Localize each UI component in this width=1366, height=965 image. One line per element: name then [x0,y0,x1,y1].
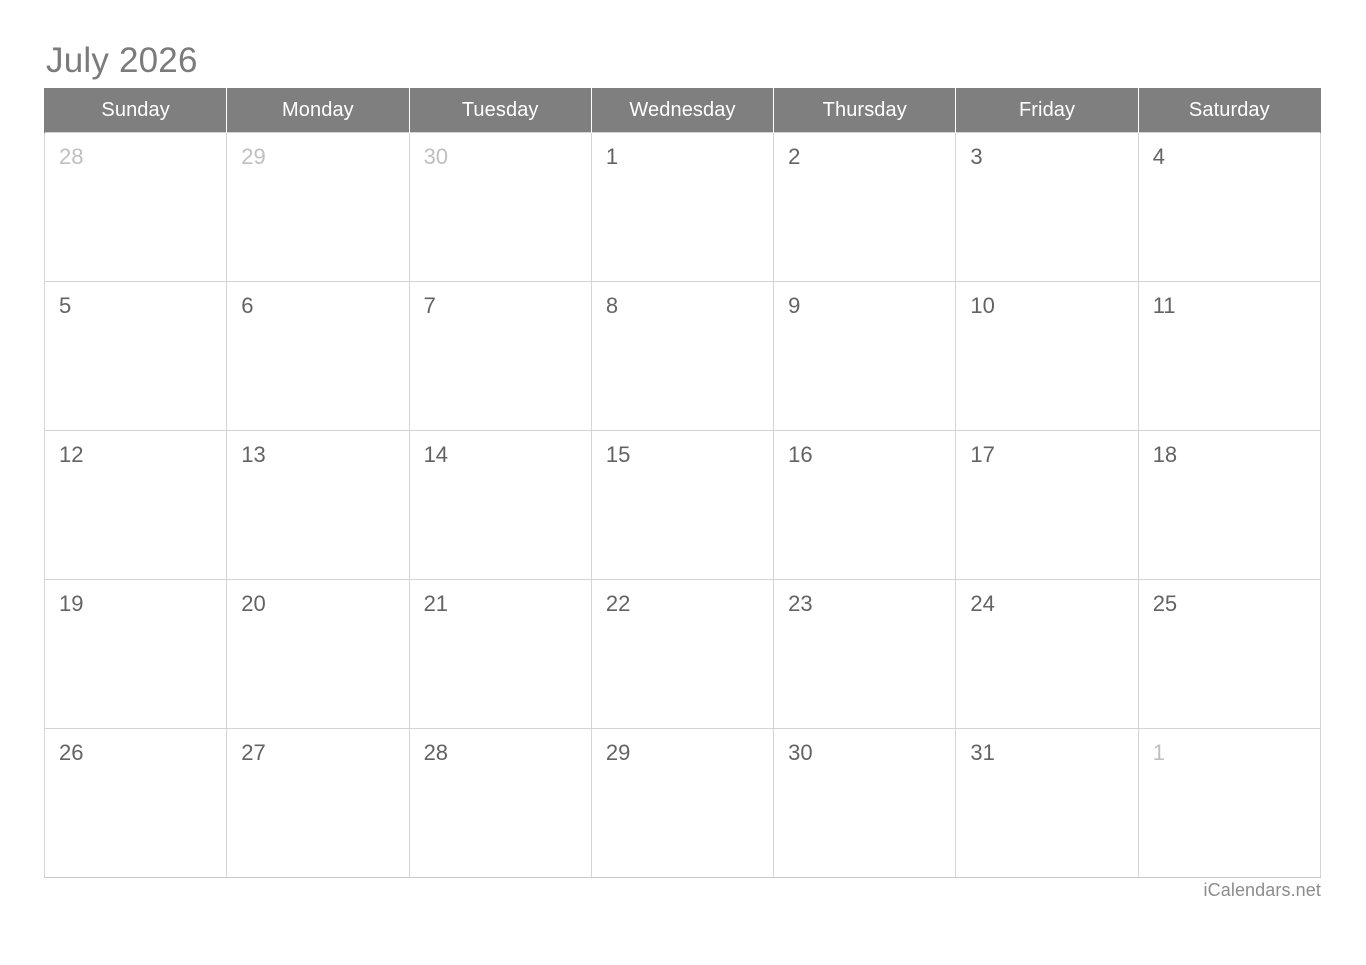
day-cell[interactable]: 30 [408,132,592,282]
day-number: 15 [605,442,631,467]
day-number: 30 [423,144,449,169]
weekday-header-saturday: Saturday [1137,88,1322,133]
day-number: 28 [423,740,449,765]
day-number: 23 [788,591,813,616]
day-cell[interactable]: 8 [590,281,775,431]
day-cell[interactable]: 2 [773,132,957,282]
day-number: 3 [970,144,983,169]
day-cell[interactable]: 1 [590,132,775,282]
day-cell[interactable]: 29 [226,132,410,282]
weekday-header-friday: Friday [955,88,1139,133]
day-number: 9 [788,293,801,318]
day-cell[interactable]: 1 [1137,728,1322,878]
day-cell[interactable]: 5 [43,281,228,431]
day-cell[interactable]: 16 [773,430,957,580]
month-calendar-grid: Sunday Monday Tuesday Wednesday Thursday… [43,88,1322,878]
day-cell[interactable]: 29 [590,728,775,878]
day-cell[interactable]: 10 [955,281,1139,431]
day-number: 17 [970,442,995,467]
day-number: 26 [59,740,84,765]
day-cell[interactable]: 25 [1137,579,1322,729]
day-number: 19 [59,591,84,616]
day-cell[interactable]: 21 [408,579,592,729]
calendar-week-row: 12 13 14 15 16 17 18 [43,430,1322,580]
day-cell[interactable]: 7 [408,281,592,431]
calendar-week-row: 5 6 7 8 9 10 11 [43,281,1322,431]
day-cell[interactable]: 23 [773,579,957,729]
day-cell[interactable]: 27 [226,728,410,878]
day-number: 8 [605,293,619,318]
weekday-header-thursday: Thursday [773,88,957,133]
day-cell[interactable]: 17 [955,430,1139,580]
day-cell[interactable]: 13 [226,430,410,580]
day-cell[interactable]: 22 [590,579,775,729]
day-cell[interactable]: 14 [408,430,592,580]
day-number: 22 [605,591,631,616]
calendar-weeks: 28 29 30 1 2 3 4 5 6 7 8 9 10 11 12 13 1… [43,132,1322,878]
day-number: 28 [59,144,84,169]
page-title: July 2026 [46,41,198,80]
day-number: 30 [788,740,813,765]
day-cell[interactable]: 11 [1137,281,1322,431]
day-cell[interactable]: 28 [43,132,228,282]
weekday-header-tuesday: Tuesday [408,88,592,133]
weekday-header-row: Sunday Monday Tuesday Wednesday Thursday… [43,88,1322,133]
day-number: 2 [788,144,801,169]
day-number: 11 [1152,293,1176,318]
day-number: 16 [788,442,813,467]
day-cell[interactable]: 6 [226,281,410,431]
day-number: 18 [1152,442,1178,467]
day-cell[interactable]: 19 [43,579,228,729]
day-number: 6 [241,293,254,318]
day-cell[interactable]: 4 [1137,132,1322,282]
day-cell[interactable]: 26 [43,728,228,878]
day-cell[interactable]: 12 [43,430,228,580]
weekday-header-monday: Monday [226,88,410,133]
day-cell[interactable]: 20 [226,579,410,729]
day-cell[interactable]: 24 [955,579,1139,729]
calendar-week-row: 28 29 30 1 2 3 4 [43,132,1322,282]
day-number: 24 [970,591,995,616]
day-number: 21 [423,591,449,616]
day-number: 12 [59,442,84,467]
day-cell[interactable]: 3 [955,132,1139,282]
day-number: 31 [970,740,995,765]
day-number: 27 [241,740,266,765]
day-cell[interactable]: 31 [955,728,1139,878]
day-number: 13 [241,442,266,467]
day-number: 14 [423,442,449,467]
day-number: 29 [241,144,266,169]
day-number: 1 [605,144,619,169]
weekday-header-sunday: Sunday [43,88,228,133]
day-cell[interactable]: 30 [773,728,957,878]
day-number: 7 [423,293,436,318]
day-cell[interactable]: 28 [408,728,592,878]
day-number: 25 [1152,591,1178,616]
day-number: 1 [1152,740,1165,765]
footer-attribution: iCalendars.net [1203,880,1321,900]
day-number: 5 [59,293,72,318]
day-number: 20 [241,591,266,616]
day-cell[interactable]: 9 [773,281,957,431]
calendar-week-row: 19 20 21 22 23 24 25 [43,579,1322,729]
day-number: 29 [605,740,631,765]
day-number: 4 [1152,144,1165,169]
day-number: 10 [970,293,995,318]
day-cell[interactable]: 18 [1137,430,1322,580]
day-cell[interactable]: 15 [590,430,775,580]
weekday-header-wednesday: Wednesday [590,88,775,133]
calendar-page: July 2026 Sunday Monday Tuesday Wednesda… [0,0,1366,965]
calendar-week-row: 26 27 28 29 30 31 1 [43,728,1322,878]
